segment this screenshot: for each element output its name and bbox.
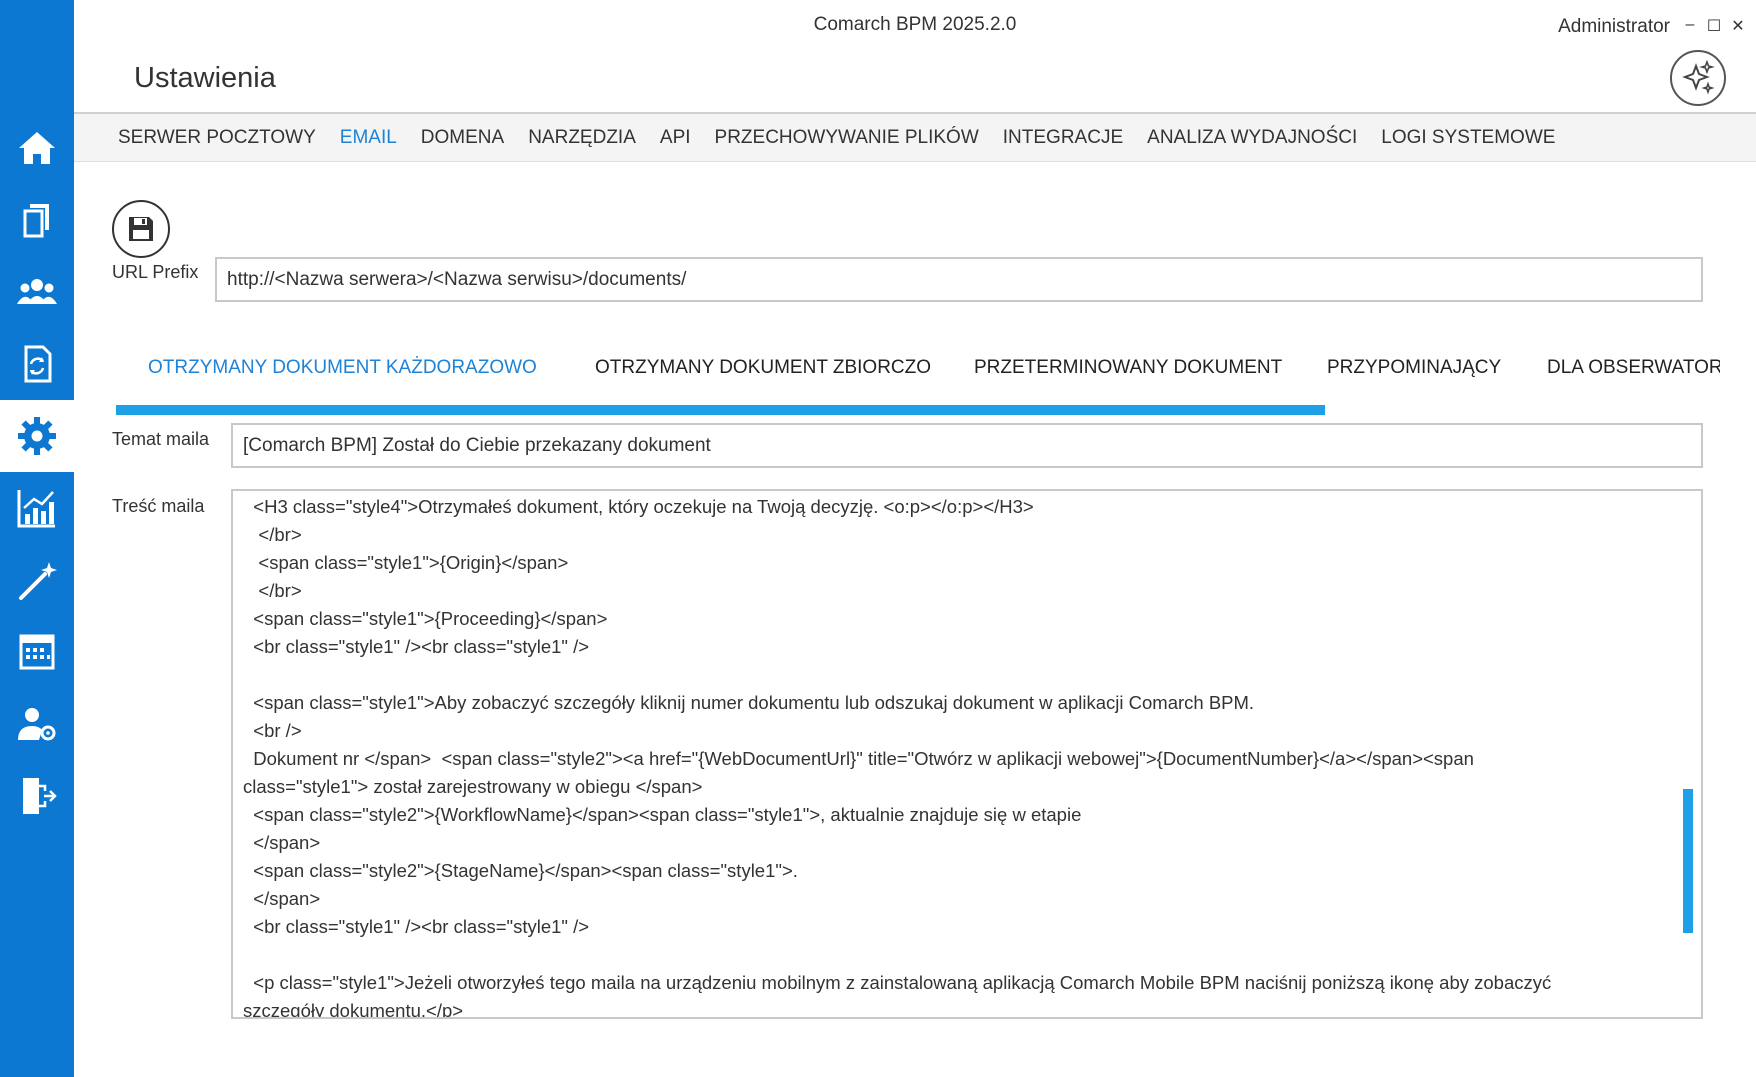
tab-performance-analysis[interactable]: ANALIZA WYDAJNOŚCI <box>1147 127 1357 149</box>
magic-wand-icon <box>19 562 57 600</box>
subtab-received-each[interactable]: OTRZYMANY DOKUMENT KAŻDORAZOWO <box>148 357 537 379</box>
tab-email[interactable]: EMAIL <box>340 127 397 149</box>
body-line: <span class="style2">{StageName}</span><… <box>243 860 798 881</box>
sparkles-icon <box>1682 59 1715 95</box>
sidebar-item-users[interactable] <box>0 256 74 328</box>
user-name[interactable]: Administrator <box>1558 16 1670 38</box>
sidebar-item-logout[interactable] <box>0 760 74 832</box>
maximize-icon[interactable]: ☐ <box>1706 16 1722 36</box>
body-line: </span> <box>243 888 321 909</box>
assistant-button[interactable] <box>1670 50 1726 106</box>
save-button[interactable] <box>112 200 170 258</box>
sidebar-item-wizard[interactable] <box>0 544 74 616</box>
calendar-icon <box>19 634 55 670</box>
body-line: <span class="style2">{WorkflowName}</spa… <box>243 804 1082 825</box>
subtab-observer[interactable]: DLA OBSERWATORA <box>1547 357 1720 379</box>
subject-input[interactable]: [Comarch BPM] Został do Ciebie przekazan… <box>231 423 1703 468</box>
body-line: </br> <box>243 580 302 601</box>
documents-icon <box>23 204 49 238</box>
tab-file-storage[interactable]: PRZECHOWYWANIE PLIKÓW <box>715 127 979 149</box>
subtab-received-collective[interactable]: OTRZYMANY DOKUMENT ZBIORCZO <box>595 357 931 379</box>
chart-icon <box>17 490 55 528</box>
sidebar-item-user-settings[interactable] <box>0 688 74 760</box>
body-line: <span class="style1">{Origin}</span> <box>243 552 569 573</box>
sidebar-item-calendar[interactable] <box>0 616 74 688</box>
gear-icon <box>18 417 56 455</box>
tab-system-logs[interactable]: LOGI SYSTEMOWE <box>1381 127 1555 149</box>
body-label: Treść maila <box>112 496 205 516</box>
body-line: </br> <box>243 524 302 545</box>
body-textarea[interactable]: <H3 class="style4">Otrzymałeś dokument, … <box>231 489 1703 1019</box>
subtab-overdue[interactable]: PRZETERMINOWANY DOKUMENT <box>974 357 1282 379</box>
sidebar-item-documents[interactable] <box>0 184 74 256</box>
save-icon <box>129 217 153 241</box>
sidebar-item-analytics[interactable] <box>0 472 74 544</box>
minimize-icon[interactable]: – <box>1682 16 1698 36</box>
tab-domain[interactable]: DOMENA <box>421 127 504 149</box>
users-icon <box>17 279 57 304</box>
body-line: <H3 class="style4">Otrzymałeś dokument, … <box>243 496 1034 517</box>
body-line: </span> <box>243 832 321 853</box>
subtab-reminder[interactable]: PRZYPOMINAJĄCY <box>1327 357 1501 379</box>
url-prefix-label: URL Prefix <box>112 262 199 282</box>
url-prefix-input[interactable]: http://<Nazwa serwera>/<Nazwa serwisu>/d… <box>215 257 1703 302</box>
title-bar: Comarch BPM 2025.2.0 Administrator – ☐ ✕… <box>74 0 1756 112</box>
app-title: Comarch BPM 2025.2.0 <box>813 14 1017 35</box>
logout-icon <box>23 778 57 814</box>
home-icon <box>19 132 55 164</box>
sidebar-item-settings[interactable] <box>0 400 74 472</box>
sidebar <box>0 0 74 1077</box>
tab-integrations[interactable]: INTEGRACJE <box>1003 127 1123 149</box>
active-subtab-indicator <box>116 405 1325 415</box>
body-line: <br class="style1" /><br class="style1" … <box>243 916 590 937</box>
settings-tabs: SERWER POCZTOWY EMAIL DOMENA NARZĘDZIA A… <box>74 112 1756 162</box>
user-settings-icon <box>18 708 56 741</box>
sync-document-icon <box>24 345 52 383</box>
body-line: <span class="style1">Aby zobaczyć szczeg… <box>243 692 1255 713</box>
email-template-tabs: OTRZYMANY DOKUMENT KAŻDORAZOWO OTRZYMANY… <box>116 345 1720 415</box>
tab-api[interactable]: API <box>660 127 691 149</box>
body-line: <span class="style1">{Proceeding}</span> <box>243 608 608 629</box>
sidebar-item-sync-document[interactable] <box>0 328 74 400</box>
body-line: <p class="style1">Jeżeli otworzyłeś tego… <box>243 972 1552 993</box>
window-controls: – ☐ ✕ <box>1682 16 1746 36</box>
page-title: Ustawienia <box>134 62 276 94</box>
body-line: <br class="style1" /><br class="style1" … <box>243 636 590 657</box>
body-line: szczegóły dokumentu.</p> <box>243 1000 464 1019</box>
body-line: <br /> <box>243 720 302 741</box>
body-line: class="style1"> został zarejestrowany w … <box>243 776 703 797</box>
subject-label: Temat maila <box>112 429 210 449</box>
close-icon[interactable]: ✕ <box>1730 16 1746 36</box>
body-line: Dokument nr </span> <span class="style2"… <box>243 748 1474 769</box>
tab-tools[interactable]: NARZĘDZIA <box>528 127 636 149</box>
body-scrollbar[interactable] <box>1683 789 1693 933</box>
sidebar-item-home[interactable] <box>0 112 74 184</box>
tab-mail-server[interactable]: SERWER POCZTOWY <box>118 127 316 149</box>
